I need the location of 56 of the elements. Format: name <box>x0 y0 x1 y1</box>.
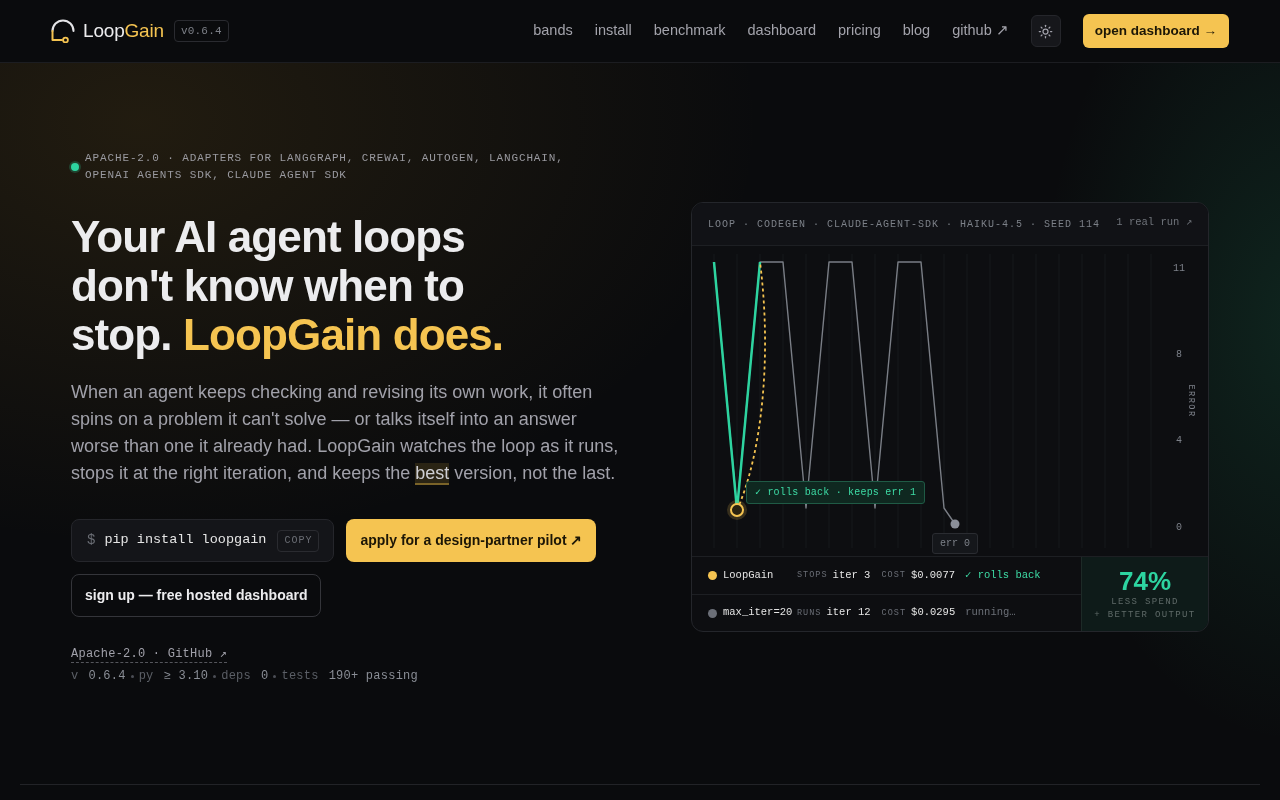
axis-tick-label: 4 <box>1176 435 1182 447</box>
nav-link[interactable]: benchmark <box>653 20 726 42</box>
axis-tick-label: 11 <box>1173 262 1185 274</box>
nav-link[interactable]: pricing <box>838 20 881 42</box>
axis-tick-label: 0 <box>1176 521 1182 533</box>
sun-icon <box>1038 23 1054 39</box>
savings-caption: LESS SPEND <box>1111 596 1179 609</box>
theme-toggle-button[interactable] <box>1030 15 1061 47</box>
stat-label: deps <box>221 668 251 685</box>
run-name: max_iter=20 <box>723 605 794 621</box>
hero-headline: Your AI agent loops don't know when to stop. LoopGain does. <box>71 212 505 359</box>
real-run-link[interactable]: 1 real run ↗ <box>1116 214 1192 231</box>
cost-value: $0.0077 <box>910 567 955 583</box>
run-status: ✓ rolls back <box>965 567 1041 583</box>
prompt-symbol: $ <box>87 531 96 550</box>
stat-label: v <box>71 668 79 685</box>
cost-value: $0.0295 <box>911 605 956 621</box>
metric-label: STOPS <box>797 569 828 582</box>
version-badge: v0.6.4 <box>173 20 229 42</box>
apply-pilot-button[interactable]: apply for a design-partner pilot ↗ <box>346 519 597 562</box>
sign-up-button[interactable]: sign up — free hosted dashboard <box>71 574 322 617</box>
bullet-icon <box>273 674 277 678</box>
run-status: running… <box>965 605 1016 621</box>
nav-link[interactable]: bands <box>533 20 573 42</box>
nav-link[interactable]: install <box>594 20 632 42</box>
cost-label: COST <box>881 606 907 620</box>
iteration-value: iter 3 <box>832 567 871 583</box>
bullet-icon <box>130 674 134 678</box>
metric-label: RUNS <box>797 606 822 620</box>
stat-label: py <box>138 668 154 685</box>
bullet-icon <box>213 674 217 678</box>
axis-title: ERROR <box>1185 384 1196 418</box>
iteration-value: iter 12 <box>826 605 871 621</box>
stat-value: 190+ passing <box>328 668 418 685</box>
nav-link[interactable]: dashboard <box>747 20 817 42</box>
adapters-caption: APACHE-2.0 · ADAPTERS FOR LANGGRAPH, CREWAI, AUTOGEN, LANGCHAIN, OPENAI AGENTS SDK, CLAUDE AGENT SDK <box>85 151 565 183</box>
run-title: LOOP · CODEGEN · CLAUDE-AGENT-SDK · HAIKU-4.5 · SEED 114 <box>708 217 1101 232</box>
stat-label: tests <box>281 668 319 685</box>
error-value-tag: err 0 <box>932 533 978 554</box>
hero-description: When an agent keeps checking and revising its own work, it often spins on a problem it can't solve — or talks itself into an answer worse than one it already had. LoopGain watches the loop as it runs, stops it at the right iteration, and keeps the best version, not the last. <box>71 381 620 487</box>
stat-value: ≥ 3.10 <box>163 668 209 685</box>
stat-value: 0.6.4 <box>88 668 126 685</box>
nav-link[interactable]: github ↗ <box>952 20 1009 42</box>
axis-tick-label: 8 <box>1176 348 1182 360</box>
savings-value: 74% <box>1118 566 1171 596</box>
cost-label: COST <box>881 569 906 582</box>
copy-button[interactable]: COPY <box>277 529 320 552</box>
license-github-link[interactable]: Apache-2.0 · GitHub ↗ <box>71 647 228 663</box>
brand-name[interactable]: LoopGain <box>83 16 164 46</box>
savings-caption: + BETTER OUTPUT <box>1094 609 1196 622</box>
open-dashboard-button[interactable]: open dashboard → <box>1082 14 1229 48</box>
logo-icon <box>51 19 75 43</box>
nav-link[interactable]: blog <box>902 20 931 42</box>
install-command: pip install loopgain <box>104 531 267 550</box>
run-name: LoopGain <box>723 567 775 583</box>
stat-value: 0 <box>261 668 269 685</box>
